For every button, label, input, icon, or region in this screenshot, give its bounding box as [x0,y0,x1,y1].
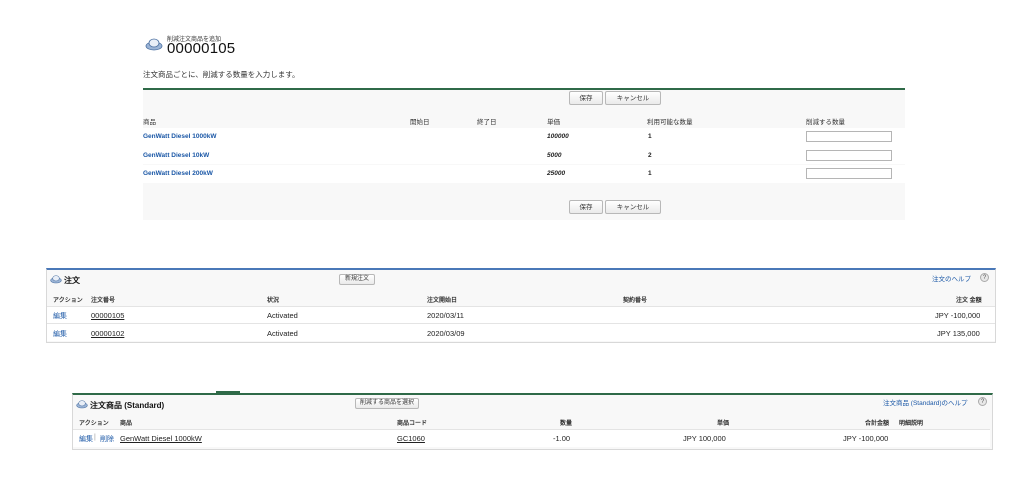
order-status: Activated [267,311,298,320]
col-unit-price: 単価 [547,119,560,126]
orders-help-link[interactable]: 注文のヘルプ [932,273,971,283]
unit-price: 25000 [547,170,566,177]
table-row [143,128,905,146]
unit-price-value: JPY 100,000 [683,434,726,443]
order-status: Activated [267,329,298,338]
product-link[interactable]: GenWatt Diesel 200kW [143,170,213,177]
col-action: アクション [79,421,109,427]
order-disc-icon [50,275,62,284]
reduce-qty-input[interactable] [806,150,892,161]
edit-link[interactable]: 編集 [53,329,67,339]
save-button-bottom[interactable]: 保存 [569,200,603,214]
available-qty: 1 [648,133,652,140]
order-amount: JPY 135,000 [937,329,980,338]
table-row [47,323,995,341]
order-amount: JPY -100,000 [935,311,981,320]
order-disc-icon [76,400,88,409]
col-product: 商品 [120,421,133,427]
available-qty: 1 [648,170,652,177]
page-title: 00000105 [167,40,236,57]
order-disc-icon [145,38,163,51]
col-end-date: 終了日 [477,119,497,126]
table-row [143,146,905,164]
order-start-date: 2020/03/11 [427,311,464,320]
col-reduce-qty: 削減する数量 [806,119,845,126]
help-question-icon[interactable]: ? [978,397,987,406]
instruction-text: 注文商品ごとに、削減する数量を入力します。 [143,70,300,79]
col-total: 合計金額 [865,421,890,427]
order-products-title: 注文商品 (Standard) [90,401,165,410]
col-quantity: 数量 [560,421,573,427]
new-order-button[interactable]: 新規注文 [339,274,375,285]
col-product: 商品 [143,119,156,126]
cancel-button-top[interactable]: キャンセル [605,91,661,105]
product-code-link[interactable]: GC1060 [397,434,425,443]
cancel-button-bottom[interactable]: キャンセル [605,200,661,214]
reduce-qty-input[interactable] [806,131,892,142]
col-contract-number: 契約番号 [623,298,648,304]
col-description: 明細説明 [899,421,924,427]
action-separator: | [94,434,96,441]
delete-link[interactable]: 削除 [100,434,114,444]
total-value: JPY -100,000 [843,434,889,443]
col-product-code: 商品コード [397,421,428,427]
select-reduce-products-button[interactable]: 削減する商品を選択 [355,398,419,409]
save-button-top[interactable]: 保存 [569,91,603,105]
table-row [47,306,995,323]
order-number-link[interactable]: 00000102 [91,329,124,338]
table-row [143,165,905,183]
col-status: 状況 [267,298,280,304]
order-start-date: 2020/03/09 [427,329,465,338]
col-order-number: 注文番号 [91,298,116,304]
col-start-date: 開始日 [410,119,430,126]
unit-price: 100000 [547,133,569,140]
product-link[interactable]: GenWatt Diesel 1000kW [143,133,216,140]
order-number-link[interactable]: 00000105 [91,311,124,320]
available-qty: 2 [648,152,652,159]
edit-link[interactable]: 編集 [79,434,93,444]
product-link[interactable]: GenWatt Diesel 10kW [143,152,209,159]
product-link[interactable]: GenWatt Diesel 1000kW [120,434,202,443]
help-question-icon[interactable]: ? [980,273,989,282]
col-available-qty: 利用可能な数量 [647,119,693,126]
edit-link[interactable]: 編集 [53,311,67,321]
unit-price: 5000 [547,152,562,159]
col-start-date: 注文開始日 [427,298,458,304]
col-action: アクション [53,298,83,304]
reduce-qty-input[interactable] [806,168,892,179]
order-products-help-link[interactable]: 注文商品 (Standard)のヘルプ [883,397,968,407]
col-unit-price: 単価 [717,421,730,427]
quantity-value: -1.00 [553,434,571,443]
orders-title: 注文 [64,276,80,285]
col-amount: 注文 金額 [956,298,982,304]
